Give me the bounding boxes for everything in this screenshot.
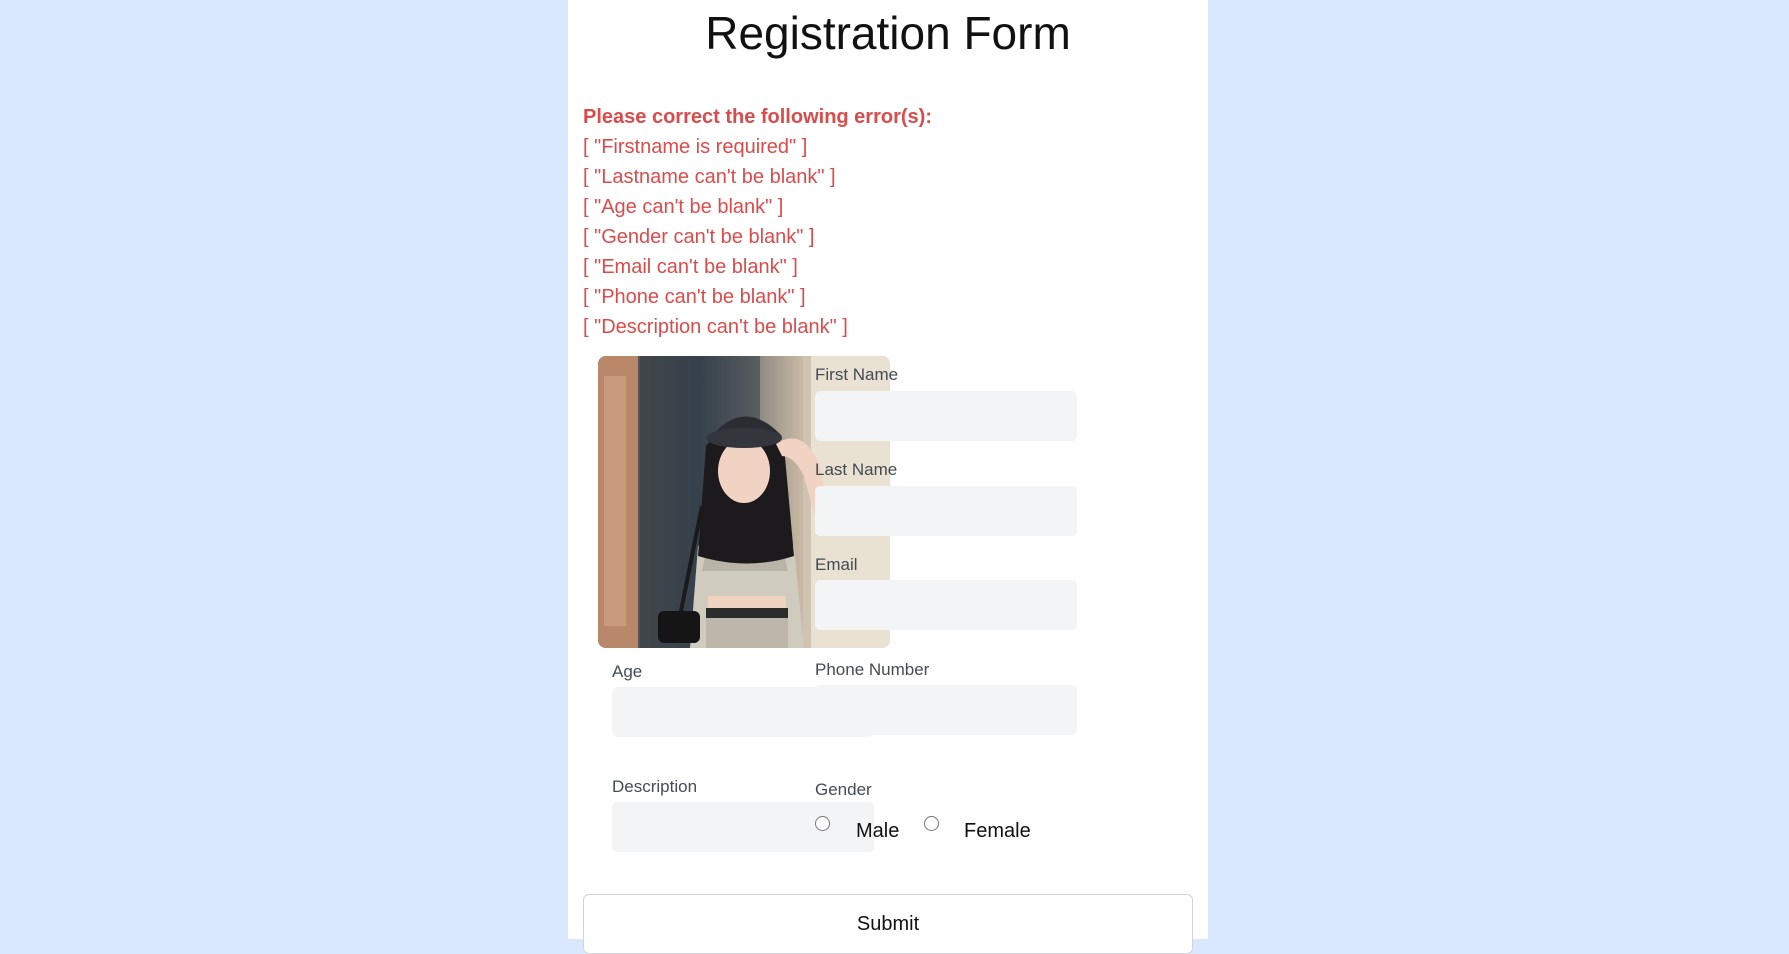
error-item: [ "Gender can't be blank" ]	[583, 226, 815, 248]
gender-male-label[interactable]: Male	[856, 820, 899, 843]
email-label: Email	[815, 555, 858, 574]
description-input[interactable]	[612, 802, 874, 852]
gender-female-radio[interactable]	[924, 816, 939, 831]
gender-male-radio[interactable]	[815, 816, 830, 831]
error-item: [ "Lastname can't be blank" ]	[583, 166, 836, 188]
submit-button[interactable]: Submit	[583, 894, 1193, 954]
description-label: Description	[612, 777, 698, 796]
error-item: [ "Phone can't be blank" ]	[583, 286, 806, 308]
email-input[interactable]	[815, 580, 1077, 630]
error-heading: Please correct the following error(s):	[583, 106, 932, 128]
age-input[interactable]	[612, 687, 874, 737]
error-item: [ "Email can't be blank" ]	[583, 256, 798, 278]
gender-label: Gender	[815, 780, 872, 799]
error-item: [ "Description can't be blank" ]	[583, 316, 848, 338]
phone-number-label: Phone Number	[815, 660, 930, 679]
age-label: Age	[612, 662, 643, 681]
first-name-input[interactable]	[815, 391, 1077, 441]
page-title: Registration Form	[705, 7, 1071, 59]
error-item: [ "Age can't be blank" ]	[583, 196, 784, 218]
first-name-label: First Name	[815, 365, 899, 384]
last-name-input[interactable]	[815, 486, 1077, 536]
error-summary: Please correct the following error(s): […	[583, 102, 932, 342]
error-item: [ "Firstname is required" ]	[583, 136, 808, 158]
registration-card: Registration Form Please correct the fol…	[568, 0, 1208, 954]
gender-female-label[interactable]: Female	[964, 820, 1031, 843]
last-name-label: Last Name	[815, 460, 898, 479]
